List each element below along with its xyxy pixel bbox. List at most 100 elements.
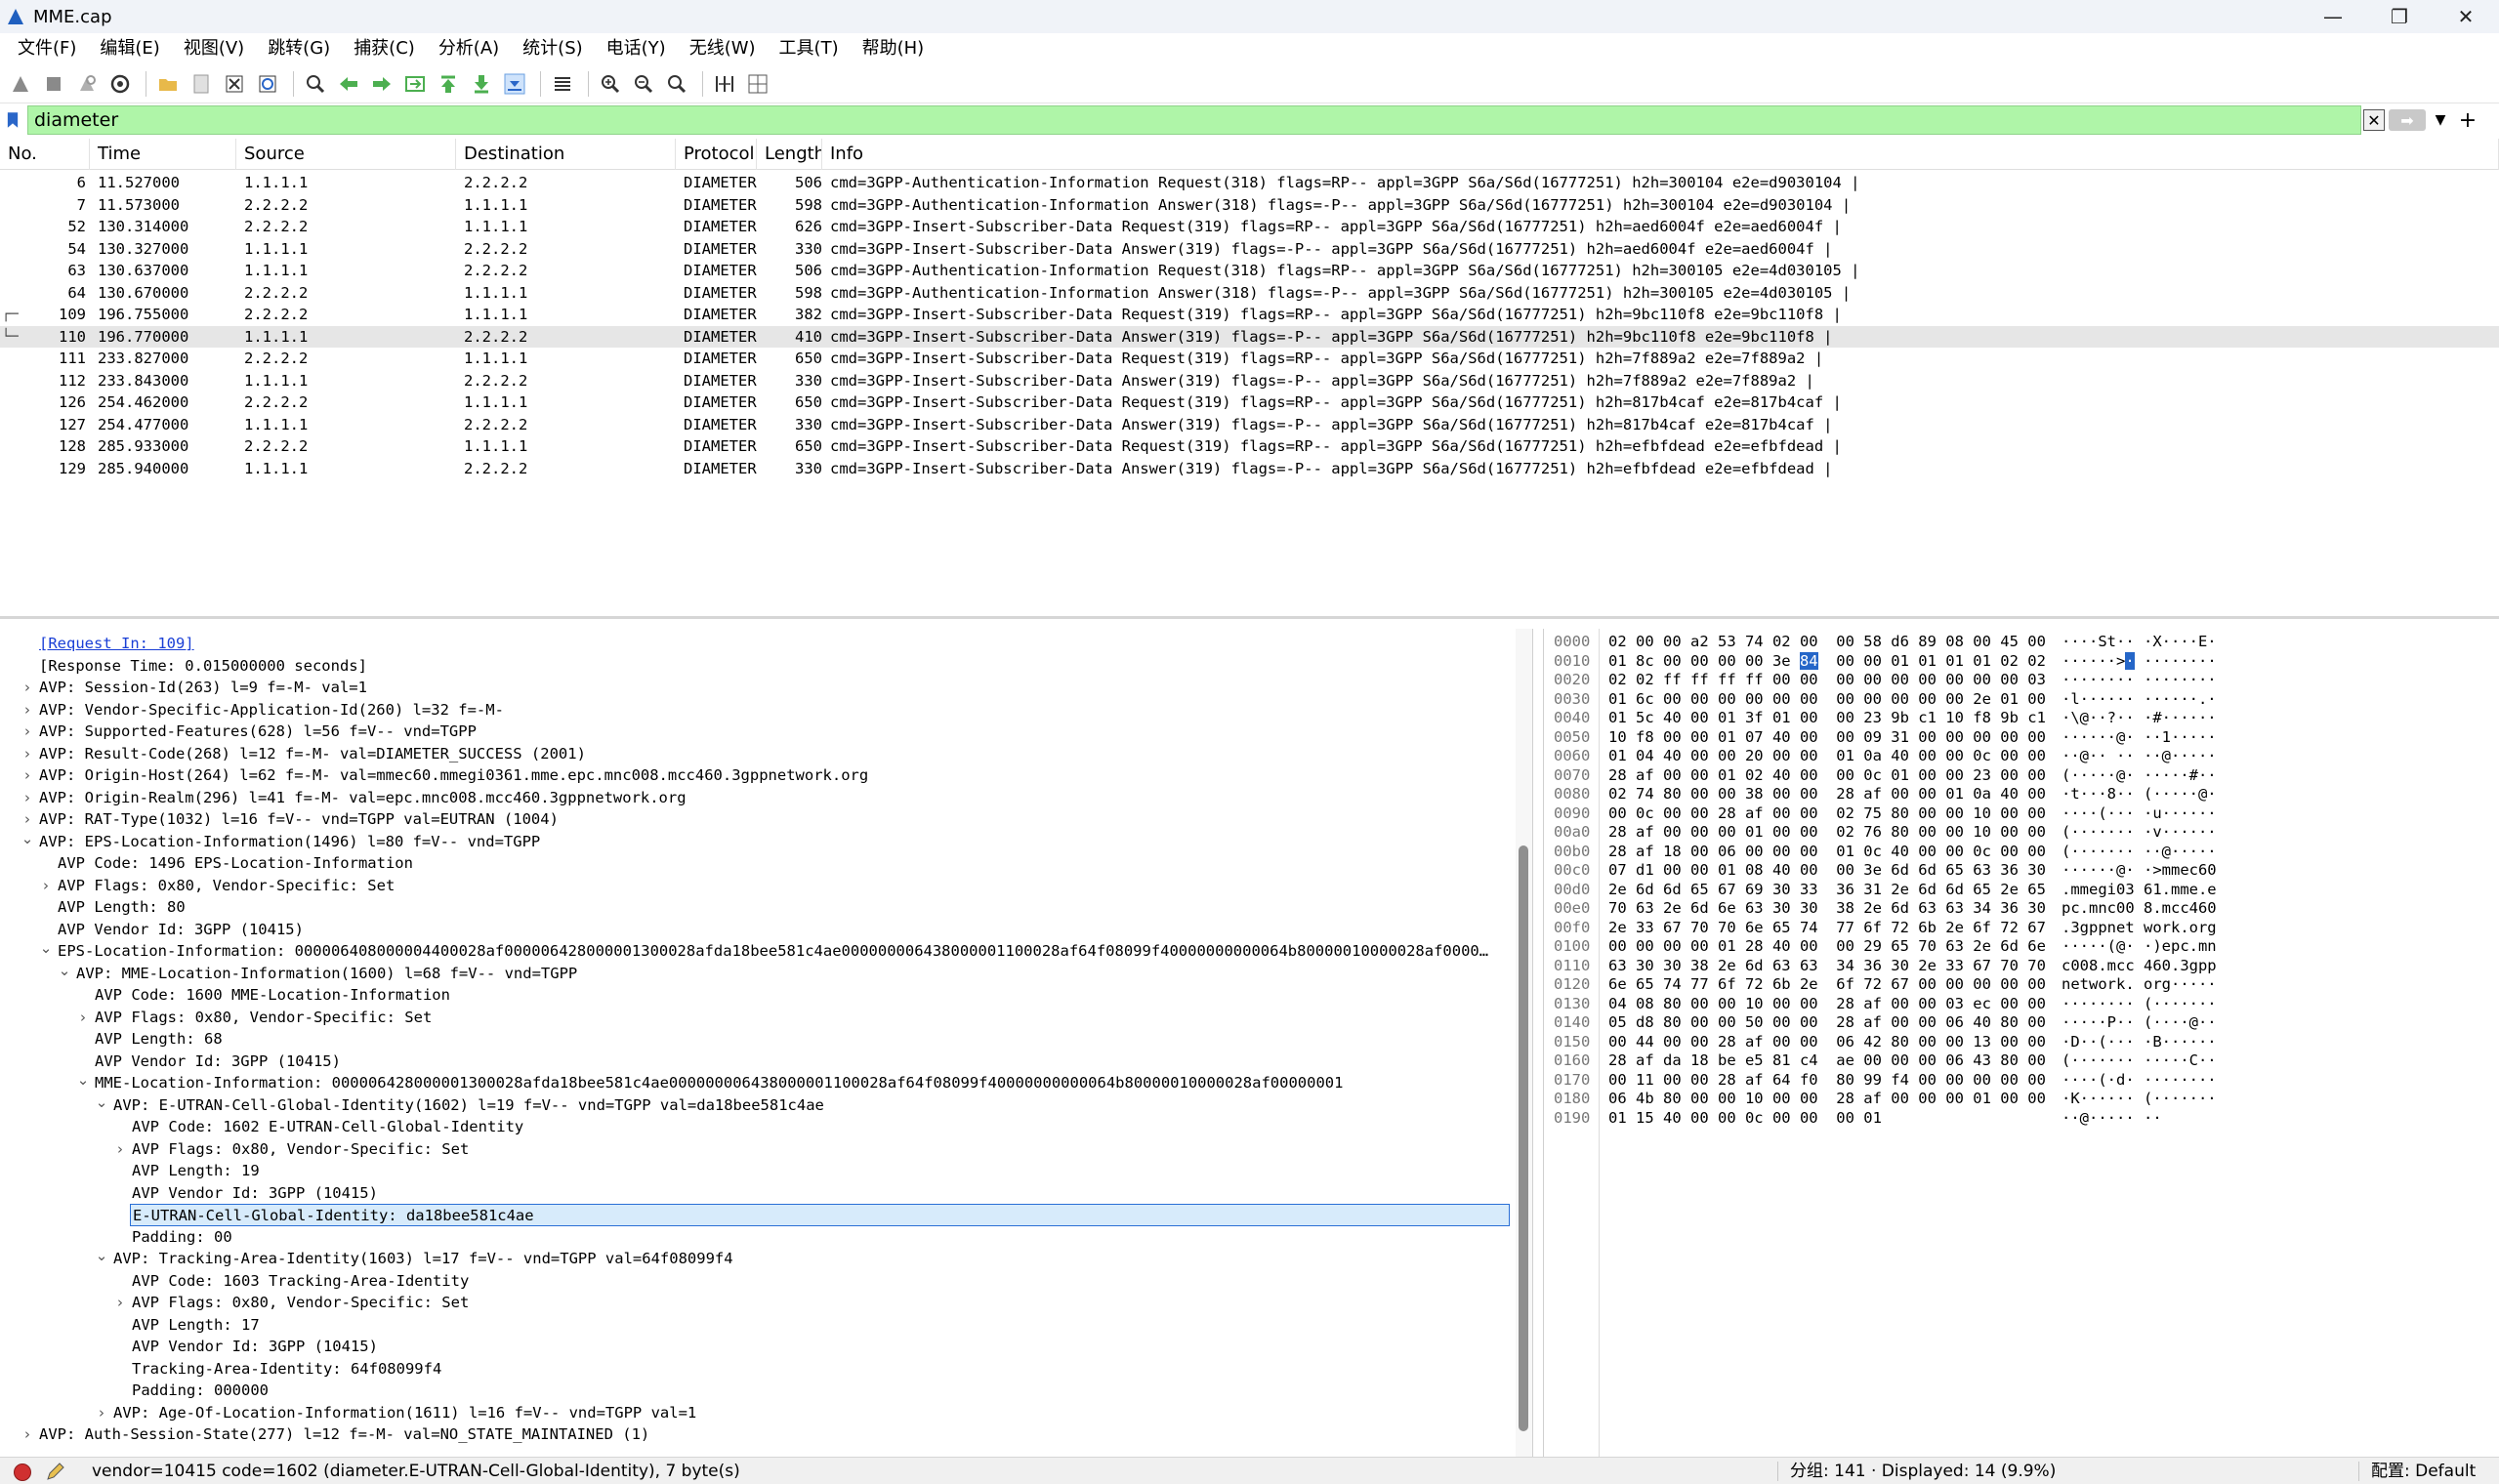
tree-item[interactable]: MME-Location-Information: 00000642800000… bbox=[95, 1072, 1343, 1094]
stop-icon[interactable] bbox=[39, 69, 68, 99]
bytes-row[interactable]: 0060 01 04 40 00 00 20 00 00 01 0a 40 00 … bbox=[1544, 747, 2499, 766]
expand-arrow-icon[interactable]: › bbox=[75, 1007, 91, 1029]
tree-item[interactable]: AVP: EPS-Location-Information(1496) l=80… bbox=[39, 831, 540, 853]
menu-item[interactable]: 电话(Y) bbox=[595, 33, 678, 64]
tree-item[interactable]: AVP Code: 1602 E-UTRAN-Cell-Global-Ident… bbox=[132, 1116, 523, 1138]
packet-row[interactable]: 54 130.327000 1.1.1.1 2.2.2.2 DIAMETER 330 cmd… bbox=[0, 238, 2499, 261]
expand-arrow-icon[interactable]: › bbox=[20, 1423, 35, 1446]
bytes-row[interactable]: 0110 63 30 30 38 2e 6d 63 63 34 36 30 2e … bbox=[1544, 957, 2499, 976]
bytes-row[interactable]: 0150 00 44 00 00 28 af 00 00 06 42 80 00 … bbox=[1544, 1033, 2499, 1052]
menu-item[interactable]: 工具(T) bbox=[768, 33, 851, 64]
bytes-row[interactable]: 0000 02 00 00 a2 53 74 02 00 00 58 d6 89 … bbox=[1544, 633, 2499, 652]
tree-item[interactable]: AVP: RAT-Type(1032) l=16 f=V-- vnd=TGPP … bbox=[39, 808, 559, 831]
tree-item[interactable]: E-UTRAN-Cell-Global-Identity: da18bee581… bbox=[130, 1204, 1510, 1226]
restart-icon[interactable] bbox=[72, 69, 102, 99]
bytes-row[interactable]: 0130 04 08 80 00 00 10 00 00 28 af 00 00 … bbox=[1544, 995, 2499, 1014]
tree-item[interactable]: [Response Time: 0.015000000 seconds] bbox=[39, 655, 367, 678]
tree-item[interactable]: AVP: MME-Location-Information(1600) l=68… bbox=[76, 963, 577, 985]
display-filter-input[interactable] bbox=[27, 105, 2361, 135]
resize-columns-icon[interactable] bbox=[710, 69, 739, 99]
column-header-no[interactable]: No. bbox=[0, 139, 90, 170]
expand-arrow-icon[interactable]: › bbox=[20, 721, 35, 743]
last-packet-icon[interactable] bbox=[467, 69, 496, 99]
tree-item[interactable]: Padding: 00 bbox=[132, 1226, 232, 1249]
tree-item[interactable]: AVP Vendor Id: 3GPP (10415) bbox=[132, 1182, 378, 1205]
tree-item[interactable]: AVP Flags: 0x80, Vendor-Specific: Set bbox=[132, 1138, 469, 1161]
clear-filter-button[interactable]: ✕ bbox=[2363, 109, 2385, 131]
tree-item[interactable]: AVP Length: 68 bbox=[95, 1028, 223, 1051]
minimize-button[interactable]: — bbox=[2300, 0, 2366, 33]
collapse-arrow-icon[interactable]: ⌄ bbox=[57, 963, 72, 985]
first-packet-icon[interactable] bbox=[434, 69, 463, 99]
shark-fin-start-icon[interactable] bbox=[6, 69, 35, 99]
expand-arrow-icon[interactable]: › bbox=[112, 1138, 128, 1161]
filter-history-dropdown[interactable]: ▼ bbox=[2430, 109, 2451, 131]
expand-arrow-icon[interactable]: › bbox=[94, 1402, 109, 1424]
packet-row[interactable]: 63 130.637000 1.1.1.1 2.2.2.2 DIAMETER 506 cmd… bbox=[0, 260, 2499, 282]
tree-item[interactable]: AVP Code: 1603 Tracking-Area-Identity bbox=[132, 1270, 469, 1293]
bytes-row[interactable]: 0050 10 f8 00 00 01 07 40 00 00 09 31 00 … bbox=[1544, 728, 2499, 748]
tree-item[interactable]: AVP: Tracking-Area-Identity(1603) l=17 f… bbox=[113, 1248, 733, 1270]
filter-bookmark-icon[interactable] bbox=[0, 105, 25, 135]
tree-item[interactable]: AVP: Origin-Host(264) l=62 f=-M- val=mme… bbox=[39, 764, 868, 787]
expand-arrow-icon[interactable]: › bbox=[38, 875, 54, 897]
close-file-icon[interactable] bbox=[220, 69, 249, 99]
menu-item[interactable]: 编辑(E) bbox=[88, 33, 171, 64]
bytes-row[interactable]: 00e0 70 63 2e 6d 6e 63 30 30 38 2e 6d 63 … bbox=[1544, 899, 2499, 919]
column-header-destination[interactable]: Destination bbox=[456, 139, 676, 170]
tree-item[interactable]: AVP Flags: 0x80, Vendor-Specific: Set bbox=[58, 875, 395, 897]
collapse-arrow-icon[interactable]: ⌄ bbox=[75, 1072, 91, 1094]
column-header-protocol[interactable]: Protocol bbox=[676, 139, 757, 170]
packet-row[interactable]: 127 254.477000 1.1.1.1 2.2.2.2 DIAMETER 330 cm… bbox=[0, 414, 2499, 436]
bytes-row[interactable]: 0170 00 11 00 00 28 af 64 f0 80 99 f4 00 … bbox=[1544, 1071, 2499, 1091]
apply-filter-button[interactable]: ➡ bbox=[2389, 109, 2426, 131]
packet-row[interactable]: 64 130.670000 2.2.2.2 1.1.1.1 DIAMETER 598 cmd… bbox=[0, 282, 2499, 305]
tree-item[interactable]: AVP: Supported-Features(628) l=56 f=V-- … bbox=[39, 721, 477, 743]
bytes-row[interactable]: 0180 06 4b 80 00 00 10 00 00 28 af 00 00 … bbox=[1544, 1090, 2499, 1109]
tree-item[interactable]: AVP Length: 19 bbox=[132, 1160, 260, 1182]
menu-item[interactable]: 视图(V) bbox=[172, 33, 256, 64]
expand-arrow-icon[interactable]: › bbox=[20, 787, 35, 809]
bytes-row[interactable]: 0090 00 0c 00 00 28 af 00 00 02 75 80 00 … bbox=[1544, 804, 2499, 824]
bytes-row[interactable]: 00d0 2e 6d 6d 65 67 69 30 33 36 31 2e 6d … bbox=[1544, 881, 2499, 900]
menu-item[interactable]: 文件(F) bbox=[6, 33, 88, 64]
packet-row[interactable]: ┌─ 109 196.755000 2.2.2.2 1.1.1.1 DIAMETER 382… bbox=[0, 304, 2499, 326]
zoom-in-icon[interactable] bbox=[596, 69, 625, 99]
tree-item[interactable]: AVP: Age-Of-Location-Information(1611) l… bbox=[113, 1402, 696, 1424]
column-header-length[interactable]: Length bbox=[757, 139, 822, 170]
column-header-info[interactable]: Info bbox=[822, 139, 2499, 170]
open-folder-icon[interactable] bbox=[153, 69, 183, 99]
expand-arrow-icon[interactable]: › bbox=[20, 699, 35, 721]
collapse-arrow-icon[interactable]: ⌄ bbox=[38, 940, 54, 963]
packet-row[interactable]: 129 285.940000 1.1.1.1 2.2.2.2 DIAMETER 330 cm… bbox=[0, 458, 2499, 480]
expand-arrow-icon[interactable]: › bbox=[20, 808, 35, 831]
bytes-row[interactable]: 0020 02 02 ff ff ff ff 00 00 00 00 00 00 … bbox=[1544, 671, 2499, 690]
tree-item[interactable]: AVP Vendor Id: 3GPP (10415) bbox=[58, 919, 304, 941]
menu-item[interactable]: 捕获(C) bbox=[342, 33, 427, 64]
layout-icon[interactable] bbox=[743, 69, 772, 99]
bytes-row[interactable]: 0100 00 00 00 00 01 28 40 00 00 29 65 70 … bbox=[1544, 937, 2499, 957]
menu-item[interactable]: 帮助(H) bbox=[851, 33, 937, 64]
collapse-arrow-icon[interactable]: ⌄ bbox=[20, 831, 35, 853]
expand-arrow-icon[interactable]: › bbox=[20, 743, 35, 765]
zoom-out-icon[interactable] bbox=[629, 69, 658, 99]
column-header-time[interactable]: Time bbox=[90, 139, 236, 170]
tree-item[interactable]: AVP Length: 17 bbox=[132, 1314, 260, 1337]
tree-item[interactable]: AVP: Vendor-Specific-Application-Id(260)… bbox=[39, 699, 504, 721]
tree-item[interactable]: AVP: Result-Code(268) l=12 f=-M- val=DIA… bbox=[39, 743, 586, 765]
tree-item[interactable]: AVP Flags: 0x80, Vendor-Specific: Set bbox=[132, 1292, 469, 1314]
tree-item[interactable]: AVP: Session-Id(263) l=9 f=-M- val=1 bbox=[39, 677, 367, 699]
menu-item[interactable]: 统计(S) bbox=[511, 33, 594, 64]
expand-arrow-icon[interactable]: › bbox=[20, 677, 35, 699]
zoom-normal-icon[interactable] bbox=[662, 69, 691, 99]
expand-arrow-icon[interactable]: › bbox=[20, 764, 35, 787]
tree-item[interactable]: Padding: 000000 bbox=[132, 1380, 269, 1402]
options-gear-icon[interactable] bbox=[105, 69, 135, 99]
tree-item[interactable]: Tracking-Area-Identity: 64f08099f4 bbox=[132, 1358, 441, 1381]
bytes-row[interactable]: 0040 01 5c 40 00 01 3f 01 00 00 23 9b c1 … bbox=[1544, 709, 2499, 728]
search-icon[interactable] bbox=[301, 69, 330, 99]
collapse-arrow-icon[interactable]: ⌄ bbox=[94, 1248, 109, 1270]
packet-row[interactable]: 6 11.527000 1.1.1.1 2.2.2.2 DIAMETER 506 cmd=3… bbox=[0, 172, 2499, 194]
packet-row[interactable]: 52 130.314000 2.2.2.2 1.1.1.1 DIAMETER 626 cmd… bbox=[0, 216, 2499, 238]
status-profile[interactable]: 配置: Default bbox=[2371, 1458, 2476, 1484]
